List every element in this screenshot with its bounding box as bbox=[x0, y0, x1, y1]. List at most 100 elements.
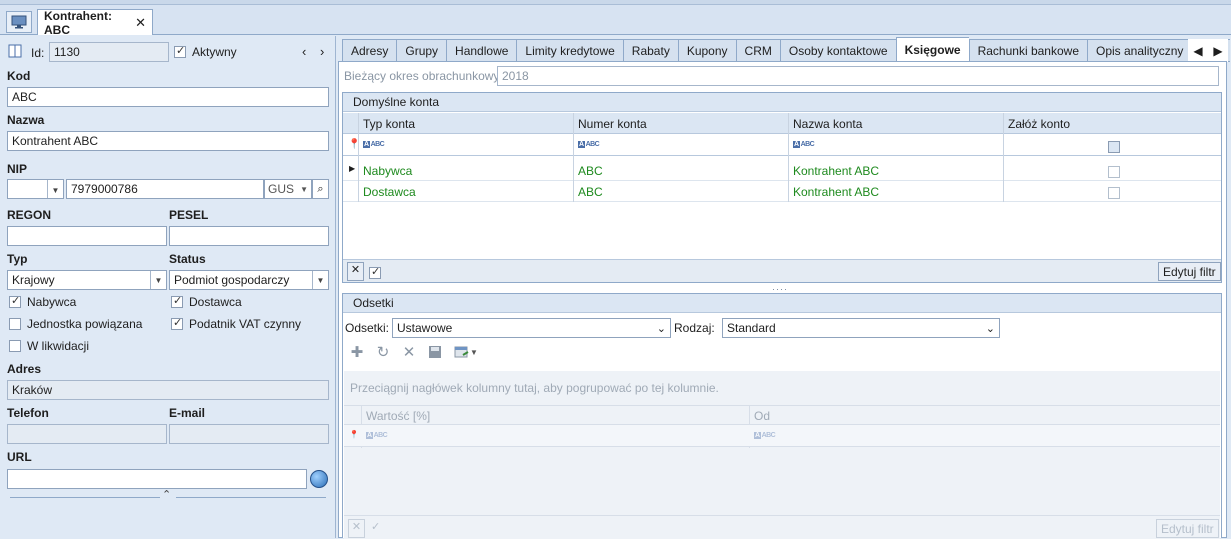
collapse-icon[interactable]: ⌃ bbox=[162, 488, 171, 501]
filter-zaloz-check[interactable] bbox=[1108, 140, 1120, 153]
likwidacja-check[interactable] bbox=[9, 340, 21, 352]
odsetki-select[interactable]: Ustawowe ⌄ bbox=[392, 318, 671, 338]
search-button[interactable]: ⌕ bbox=[312, 179, 329, 199]
url-field[interactable] bbox=[7, 469, 307, 489]
status-select[interactable]: Podmiot gospodarczy ▼ bbox=[169, 270, 329, 290]
status-label: Status bbox=[169, 252, 206, 266]
adres-field[interactable]: Kraków bbox=[7, 380, 329, 400]
cell-typ[interactable]: Dostawca bbox=[363, 185, 416, 199]
col-od[interactable]: Od bbox=[754, 409, 770, 423]
edit-filter-button[interactable]: Edytuj filtr bbox=[1156, 519, 1219, 538]
pesel-label: PESEL bbox=[169, 208, 209, 222]
cell-numer[interactable]: ABC bbox=[578, 164, 603, 178]
tab-5[interactable]: Kupony bbox=[677, 39, 736, 62]
cell-nazwa[interactable]: Kontrahent ABC bbox=[793, 185, 879, 199]
active-check[interactable] bbox=[174, 44, 186, 58]
tab-10[interactable]: Opis analityczny bbox=[1087, 39, 1192, 62]
monitor-icon[interactable] bbox=[6, 11, 32, 33]
prev-icon[interactable]: ‹ bbox=[302, 44, 306, 59]
col-divider bbox=[788, 113, 789, 202]
delete-icon[interactable]: ✕ bbox=[401, 344, 417, 361]
kod-field[interactable]: ABC bbox=[7, 87, 329, 107]
col-zaloz-konto[interactable]: Załóż konto bbox=[1008, 117, 1070, 131]
telefon-label: Telefon bbox=[7, 406, 49, 420]
grid-footer: ✕ Edytuj filtr bbox=[343, 259, 1221, 282]
refresh-icon[interactable]: ↻ bbox=[375, 344, 391, 361]
col-wartosc[interactable]: Wartość [%] bbox=[366, 409, 430, 423]
filter-enabled-check[interactable] bbox=[369, 265, 381, 279]
tab-7[interactable]: Osoby kontaktowe bbox=[779, 39, 896, 62]
globe-icon[interactable] bbox=[310, 470, 328, 488]
filter-od[interactable]: A ABC bbox=[754, 432, 776, 439]
tab-6[interactable]: CRM bbox=[735, 39, 780, 62]
regon-field[interactable] bbox=[7, 226, 167, 246]
vat-checkbox[interactable]: Podatnik VAT czynny bbox=[171, 316, 302, 331]
cell-zaloz-check[interactable] bbox=[1108, 165, 1120, 178]
table-row[interactable]: ▶ Nabywca ABC Kontrahent ABC bbox=[343, 160, 1221, 181]
clear-filter-icon[interactable]: ✕ bbox=[347, 262, 364, 281]
nip-source-select[interactable]: GUS ▼ bbox=[264, 179, 312, 199]
chevron-down-icon[interactable]: ▼ bbox=[150, 271, 166, 289]
col-typ-konta[interactable]: Typ konta bbox=[363, 117, 415, 131]
vat-check[interactable] bbox=[171, 316, 183, 330]
cell-nazwa[interactable]: Kontrahent ABC bbox=[793, 164, 879, 178]
odsetki-label: Odsetki: bbox=[345, 321, 390, 335]
active-checkbox[interactable]: Aktywny bbox=[174, 44, 237, 59]
typ-label: Typ bbox=[7, 252, 28, 266]
nip-field[interactable]: 7979000786 bbox=[66, 179, 264, 199]
tab-9[interactable]: Rachunki bankowe bbox=[968, 39, 1087, 62]
jednostka-check[interactable] bbox=[9, 318, 21, 330]
filter-typ[interactable]: A ABC bbox=[363, 141, 385, 148]
export-icon[interactable]: ▼ bbox=[453, 344, 479, 360]
tab-scroll: ◀ ▶ bbox=[1188, 39, 1228, 62]
chevron-down-icon[interactable]: ▼ bbox=[47, 180, 63, 198]
interest-panel: Odsetki Odsetki: Ustawowe ⌄ Rodzaj: Stan… bbox=[342, 293, 1222, 539]
plus-icon[interactable]: ✚ bbox=[349, 344, 365, 361]
tab-scroll-right-icon[interactable]: ▶ bbox=[1213, 44, 1222, 58]
filter-pin-icon[interactable]: 📍 bbox=[349, 430, 359, 439]
filter-wartosc[interactable]: A ABC bbox=[366, 432, 388, 439]
nip-prefix-select[interactable]: ▼ bbox=[7, 179, 64, 199]
tab-strip: Adresy Grupy Handlowe Limity kredytowe Rabat… bbox=[342, 37, 1230, 62]
table-row[interactable]: Dostawca ABC Kontrahent ABC bbox=[343, 181, 1221, 202]
nabywca-check[interactable] bbox=[9, 294, 21, 308]
save-icon[interactable] bbox=[427, 344, 443, 360]
dostawca-checkbox[interactable]: Dostawca bbox=[171, 294, 242, 309]
vat-label: Podatnik VAT czynny bbox=[189, 317, 302, 331]
clear-filter-icon[interactable]: ✕ bbox=[348, 519, 365, 538]
filter-nazwa[interactable]: A ABC bbox=[793, 141, 815, 148]
likwidacja-checkbox[interactable]: W likwidacji bbox=[9, 339, 89, 353]
tab-8[interactable]: Księgowe bbox=[895, 37, 969, 62]
tab-4[interactable]: Rabaty bbox=[622, 39, 678, 62]
edit-filter-button[interactable]: Edytuj filtr bbox=[1158, 262, 1221, 281]
typ-select[interactable]: Krajowy ▼ bbox=[7, 270, 167, 290]
chevron-down-icon[interactable]: ▼ bbox=[300, 185, 308, 194]
nabywca-checkbox[interactable]: Nabywca bbox=[9, 294, 76, 309]
tab-0[interactable]: Adresy bbox=[342, 39, 397, 62]
cell-zaloz-check[interactable] bbox=[1108, 186, 1120, 199]
chevron-down-icon[interactable]: ▼ bbox=[312, 271, 328, 289]
pesel-field[interactable] bbox=[169, 226, 329, 246]
telefon-field[interactable] bbox=[7, 424, 167, 444]
document-tab[interactable]: Kontrahent: ABC ✕ bbox=[37, 9, 153, 37]
next-icon[interactable]: › bbox=[320, 44, 324, 59]
tab-1[interactable]: Grupy bbox=[396, 39, 447, 62]
col-numer-konta[interactable]: Numer konta bbox=[578, 117, 647, 131]
close-icon[interactable]: ✕ bbox=[135, 15, 146, 31]
tab-scroll-left-icon[interactable]: ◀ bbox=[1193, 44, 1202, 58]
filter-numer[interactable]: A ABC bbox=[578, 141, 600, 148]
tab-3[interactable]: Limity kredytowe bbox=[516, 39, 623, 62]
jednostka-checkbox[interactable]: Jednostka powiązana bbox=[9, 317, 142, 331]
tab-2[interactable]: Handlowe bbox=[446, 39, 517, 62]
active-label: Aktywny bbox=[192, 45, 237, 59]
filter-enabled-check[interactable]: ✓ bbox=[371, 520, 380, 533]
dostawca-check[interactable] bbox=[171, 294, 183, 308]
nazwa-field[interactable]: Kontrahent ABC bbox=[7, 131, 329, 151]
col-nazwa-konta[interactable]: Nazwa konta bbox=[793, 117, 862, 131]
email-field[interactable] bbox=[169, 424, 329, 444]
chevron-down-icon[interactable]: ⌄ bbox=[657, 322, 666, 335]
cell-typ[interactable]: Nabywca bbox=[363, 164, 412, 178]
rodzaj-select[interactable]: Standard ⌄ bbox=[722, 318, 1000, 338]
chevron-down-icon[interactable]: ⌄ bbox=[986, 322, 995, 335]
cell-numer[interactable]: ABC bbox=[578, 185, 603, 199]
